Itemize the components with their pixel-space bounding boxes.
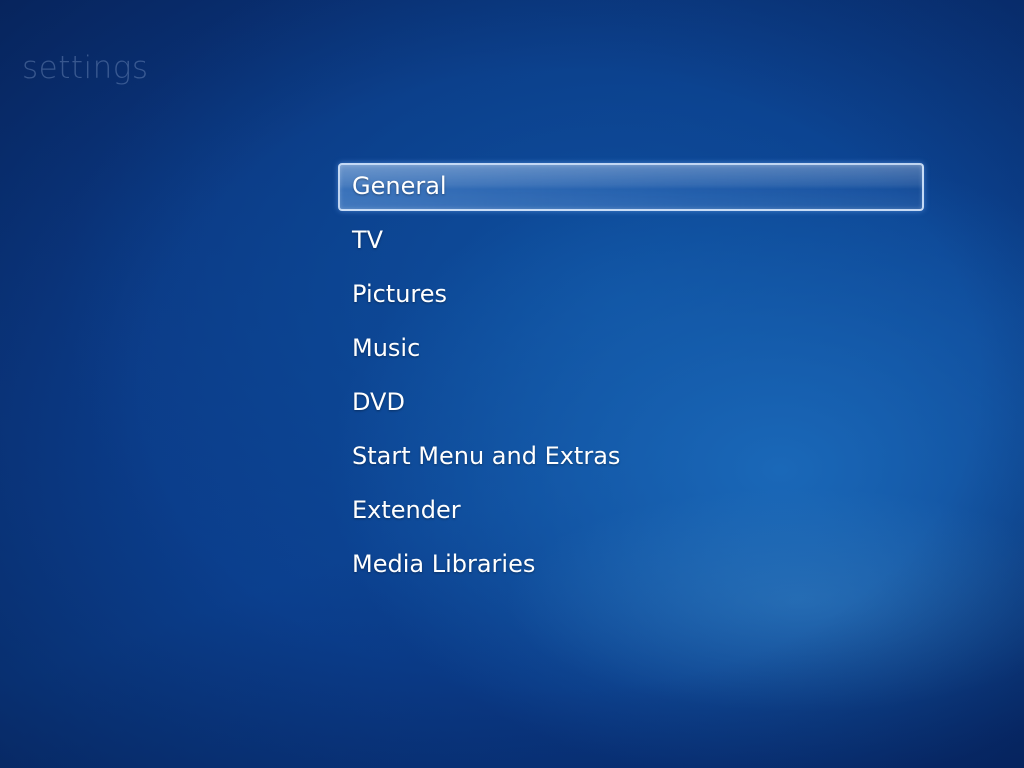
menu-item-general[interactable]: General <box>338 163 924 217</box>
menu-item-extender[interactable]: Extender <box>338 487 924 541</box>
menu-item-media-libraries[interactable]: Media Libraries <box>338 541 924 595</box>
menu-item-tv[interactable]: TV <box>338 217 924 271</box>
menu-item-label: DVD <box>352 388 405 416</box>
menu-item-label: General <box>352 172 447 200</box>
menu-item-label: TV <box>352 226 384 254</box>
menu-item-start-menu-and-extras[interactable]: Start Menu and Extras <box>338 433 924 487</box>
menu-item-label: Music <box>352 334 421 362</box>
menu-item-dvd[interactable]: DVD <box>338 379 924 433</box>
menu-item-pictures[interactable]: Pictures <box>338 271 924 325</box>
page-title: settings <box>22 50 149 86</box>
menu-item-label: Start Menu and Extras <box>352 442 621 470</box>
menu-item-label: Extender <box>352 496 461 524</box>
menu-item-label: Media Libraries <box>352 550 536 578</box>
menu-item-label: Pictures <box>352 280 448 308</box>
settings-menu: General TV Pictures Music DVD Start Menu… <box>338 163 924 595</box>
menu-item-music[interactable]: Music <box>338 325 924 379</box>
